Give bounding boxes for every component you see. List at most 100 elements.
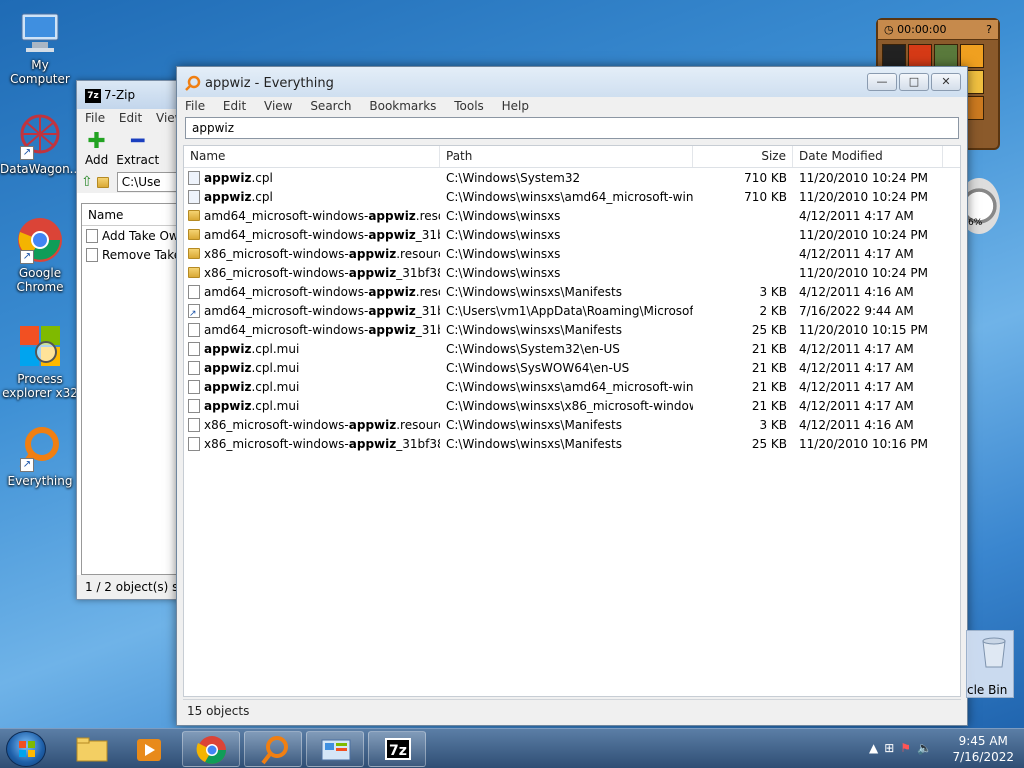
file-icon (188, 417, 200, 432)
cell-date: 4/12/2011 4:17 AM (799, 246, 914, 261)
file-name-suffix: _31bf3856.... (396, 265, 440, 280)
cell-size: 2 KB (759, 303, 787, 318)
trash-icon (982, 637, 1006, 668)
file-name-match: appwiz (204, 379, 252, 394)
7zip-menu-file[interactable]: File (85, 111, 105, 125)
column-header-path[interactable]: Path (440, 146, 693, 167)
maximize-button[interactable]: □ (899, 73, 929, 91)
table-row[interactable]: appwiz.cpl.mui C:\Windows\winsxs\x86_micr… (184, 396, 960, 415)
table-row[interactable]: amd64_microsoft-windows-appwiz.resou... C… (184, 282, 960, 301)
cell-date: 4/12/2011 4:17 AM (799, 341, 914, 356)
taskbar-7zip-button[interactable]: 7z (368, 731, 426, 767)
volume-icon[interactable]: 🔈 (917, 741, 938, 755)
7zip-menu-edit[interactable]: Edit (119, 111, 142, 125)
table-row[interactable]: x86_microsoft-windows-appwiz_31bf3856...… (184, 263, 960, 282)
control-panel-icon (321, 739, 351, 761)
menu-bookmarks[interactable]: Bookmarks (369, 99, 436, 113)
cell-name: appwiz.cpl (184, 170, 440, 185)
table-row[interactable]: appwiz.cpl C:\Windows\winsxs\amd64_micros… (184, 187, 960, 206)
table-row[interactable]: appwiz.cpl.mui C:\Windows\System32\en-US 2… (184, 339, 960, 358)
everything-icon (261, 736, 288, 765)
table-row[interactable]: amd64_microsoft-windows-appwiz_31bf3... C… (184, 301, 960, 320)
cell-name: appwiz.cpl.mui (184, 360, 440, 375)
process-explorer-icon (16, 322, 64, 370)
file-name-suffix: .cpl.mui (251, 360, 300, 375)
start-button[interactable] (6, 731, 46, 767)
network-icon[interactable]: ⊞ (884, 741, 900, 755)
file-name-match: appwiz (204, 189, 252, 204)
clock-time: 9:45 AM (958, 734, 1008, 748)
table-row[interactable]: x86_microsoft-windows-appwiz.resources..… (184, 244, 960, 263)
desktop-icon-process-explorer[interactable]: Process explorer x32 (0, 322, 80, 400)
recycle-bin-label: cle Bin (967, 683, 1008, 697)
action-center-icon[interactable]: ⚑ (900, 741, 917, 755)
file-name-prefix: amd64_microsoft-windows- (204, 284, 369, 299)
taskbar-chrome-button[interactable] (182, 731, 240, 767)
everything-window[interactable]: appwiz - Everything — □ ✕ File Edit View… (176, 66, 968, 726)
file-name-suffix: .resou... (415, 208, 440, 223)
taskbar-clock[interactable]: 9:45 AM 7/16/2022 (952, 733, 1014, 765)
menu-help[interactable]: Help (502, 99, 529, 113)
show-hidden-icons-icon[interactable]: ▲ (869, 741, 884, 755)
table-row[interactable]: appwiz.cpl C:\Windows\System32 710 KB 11/20… (184, 168, 960, 187)
cell-date: 4/12/2011 4:17 AM (799, 398, 914, 413)
cell-path: C:\Windows\winsxs (446, 265, 561, 280)
table-row[interactable]: appwiz.cpl.mui C:\Windows\winsxs\amd64_mi… (184, 377, 960, 396)
cell-path: C:\Windows\System32\en-US (446, 341, 620, 356)
menu-search[interactable]: Search (310, 99, 351, 113)
search-input[interactable]: appwiz (185, 117, 959, 139)
file-icon (188, 360, 200, 375)
file-name-match: appwiz (368, 227, 416, 242)
control-panel-file-icon (188, 170, 200, 185)
menu-edit[interactable]: Edit (223, 99, 246, 113)
table-row[interactable]: amd64_microsoft-windows-appwiz_31bf3... C… (184, 320, 960, 339)
column-header-date[interactable]: Date Modified (793, 146, 943, 167)
everything-titlebar[interactable]: appwiz - Everything — □ ✕ (177, 67, 967, 97)
cell-date: 11/20/2010 10:24 PM (799, 189, 928, 204)
file-name-prefix: amd64_microsoft-windows- (204, 227, 369, 242)
menu-tools[interactable]: Tools (454, 99, 484, 113)
file-name-match: appwiz (204, 170, 252, 185)
desktop-icon-google-chrome[interactable]: ↗ Google Chrome (0, 216, 80, 294)
7zip-logo-icon: 7z (385, 738, 411, 760)
table-row[interactable]: x86_microsoft-windows-appwiz.resources..… (184, 415, 960, 434)
file-name-match: appwiz (348, 246, 397, 261)
desktop-icon-datawagon[interactable]: ↗ DataWagon... (0, 112, 81, 176)
file-name: appwiz.cpl.mui (204, 361, 299, 375)
taskbar-everything-button[interactable] (244, 731, 302, 767)
menu-file[interactable]: File (185, 99, 205, 113)
7zip-add-button[interactable]: ✚ Add (85, 131, 108, 168)
chrome-icon (196, 736, 226, 764)
cell-name: x86_microsoft-windows-appwiz_31bf3856...… (184, 436, 440, 451)
cell-size: 25 KB (751, 436, 787, 451)
table-row[interactable]: amd64_microsoft-windows-appwiz.resou... C… (184, 206, 960, 225)
cell-name: amd64_microsoft-windows-appwiz_31bf3... (184, 322, 440, 337)
results-list[interactable]: Name Path Size Date Modified appwiz.cpl C… (183, 145, 961, 697)
up-folder-icon[interactable]: ⇧ (81, 174, 93, 190)
cell-path: C:\Windows\winsxs\Manifests (446, 322, 622, 337)
file-name: appwiz.cpl (204, 190, 273, 204)
help-icon[interactable]: ? (986, 23, 992, 36)
column-header-size[interactable]: Size (693, 146, 793, 167)
table-row[interactable]: amd64_microsoft-windows-appwiz_31bf3... C… (184, 225, 960, 244)
file-name-match: appwiz (368, 284, 416, 299)
taskbar-explorer-button[interactable] (62, 731, 120, 767)
file-icon (86, 228, 98, 243)
file-name-match: appwiz (204, 360, 252, 375)
taskbar-media-player-button[interactable] (120, 731, 178, 767)
7zip-extract-button[interactable]: ━ Extract (116, 131, 159, 168)
desktop-icon-everything[interactable]: ↗ Everything (0, 424, 80, 488)
file-name-match: appwiz (204, 398, 252, 413)
column-header-name[interactable]: Name (184, 146, 440, 167)
table-row[interactable]: x86_microsoft-windows-appwiz_31bf3856...… (184, 434, 960, 453)
table-row[interactable]: appwiz.cpl.mui C:\Windows\SysWOW64\en-US 2… (184, 358, 960, 377)
folder-icon (76, 737, 108, 762)
menu-view[interactable]: View (264, 99, 292, 113)
close-button[interactable]: ✕ (931, 73, 961, 91)
recycle-bin-icon[interactable]: cle Bin (966, 630, 1014, 698)
cell-path: C:\Windows\winsxs\Manifests (446, 284, 622, 299)
desktop-icon-my-computer[interactable]: My Computer (0, 8, 80, 86)
minimize-button[interactable]: — (867, 73, 897, 91)
file-name: amd64_microsoft-windows-appwiz.resou... (204, 209, 440, 223)
taskbar-control-panel-button[interactable] (306, 731, 364, 767)
